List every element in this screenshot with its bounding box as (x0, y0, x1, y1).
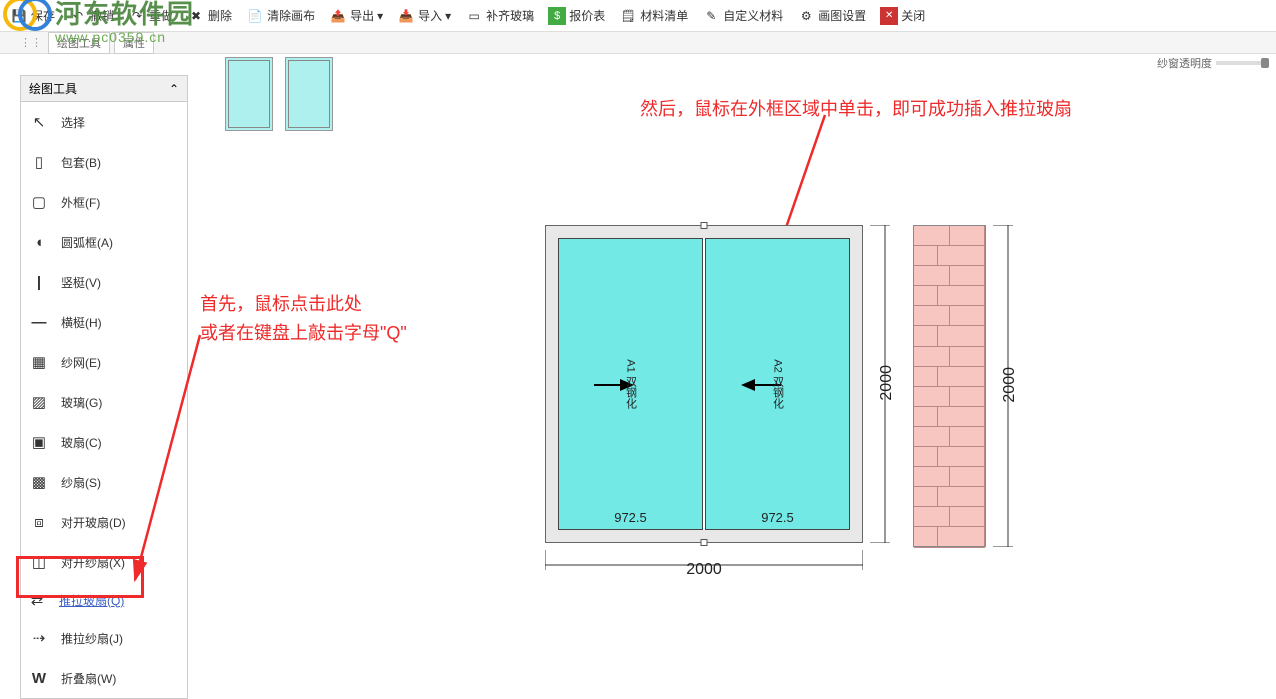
close-icon: ✕ (880, 7, 898, 25)
edit-icon: ✎ (702, 7, 720, 25)
transparency-control: 纱窗透明度 (1157, 55, 1266, 71)
undo-icon: ↶ (69, 7, 87, 25)
thumbnail-2[interactable] (285, 57, 333, 131)
tool-select[interactable]: ↖选择 (21, 102, 187, 142)
brick-wall: document.write(Array.from({length:16}).m… (913, 225, 986, 547)
custom-material-button[interactable]: ✎自定义材料 (696, 5, 789, 27)
frame-icon: ▯ (29, 152, 49, 172)
gear-icon: ⚙ (797, 7, 815, 25)
tool-panel-header[interactable]: 绘图工具 ⌃ (21, 76, 187, 102)
bom-icon: 🗒 (619, 7, 637, 25)
align-glass-button[interactable]: ▭补齐玻璃 (459, 5, 540, 27)
tool-slide-screen-j[interactable]: ⇢推拉纱扇(J) (21, 618, 187, 658)
slider-thumb[interactable] (1261, 58, 1269, 68)
dropdown-icon: ▾ (377, 9, 383, 23)
handle-bottom[interactable] (701, 539, 708, 546)
quote-button[interactable]: $报价表 (542, 5, 611, 27)
delete-button[interactable]: ✖删除 (181, 5, 238, 27)
window-frame[interactable]: A1 双钢化 A2 双钢化 972.5 972.5 (545, 225, 863, 543)
quote-icon: $ (548, 7, 566, 25)
fold-icon: W (29, 668, 49, 688)
thumbnail-1[interactable] (225, 57, 273, 131)
export-button[interactable]: 📤导出 ▾ (323, 5, 389, 27)
bom-button[interactable]: 🗒材料清单 (613, 5, 694, 27)
redo-button[interactable]: ↷重做 (122, 5, 179, 27)
redo-icon: ↷ (128, 7, 146, 25)
clear-button[interactable]: 📄清除画布 (240, 5, 321, 27)
pane-left[interactable]: A1 双钢化 (558, 238, 703, 530)
tool-outer-f[interactable]: ▢外框(F) (21, 182, 187, 222)
canvas-settings-button[interactable]: ⚙画图设置 (791, 5, 872, 27)
import-button[interactable]: 📥导入 ▾ (391, 5, 457, 27)
horz-icon: — (29, 312, 49, 332)
save-button[interactable]: 💾保存 (4, 5, 61, 27)
export-icon: 📤 (329, 7, 347, 25)
delete-icon: ✖ (187, 7, 205, 25)
align-icon: ▭ (465, 7, 483, 25)
clear-icon: 📄 (246, 7, 264, 25)
vert-icon: | (29, 272, 49, 292)
dropdown-icon: ▾ (445, 9, 451, 23)
tab-drawtools[interactable]: 绘图工具 (48, 32, 110, 54)
dim-inner-right: 972.5 (705, 510, 850, 525)
pane-right[interactable]: A2 双钢化 (705, 238, 850, 530)
pane-right-label: A2 双钢化 (770, 359, 786, 409)
tool-arc-a[interactable]: ◖圆弧框(A) (21, 222, 187, 262)
rect-icon: ▢ (29, 192, 49, 212)
secondary-bar: ⋮⋮ 绘图工具 属性 (0, 32, 1276, 54)
tab-properties[interactable]: 属性 (114, 32, 154, 54)
arrow-left (15, 335, 315, 595)
dim-right: 2000 (878, 365, 896, 401)
grip-icon: ⋮⋮ (20, 36, 42, 49)
tool-vert-v[interactable]: |竖梃(V) (21, 262, 187, 302)
dim-bottom: 2000 (545, 561, 863, 579)
tool-frame-b[interactable]: ▯包套(B) (21, 142, 187, 182)
canvas-area[interactable]: 首先，鼠标点击此处 或者在键盘上敲击字母"Q" 然后，鼠标在外框区域中单击，即可… (195, 55, 1276, 683)
handle-top[interactable] (701, 222, 708, 229)
undo-button[interactable]: ↶撤销 (63, 5, 120, 27)
transparency-slider[interactable] (1216, 61, 1266, 65)
main-toolbar: 💾保存 ↶撤销 ↷重做 ✖删除 📄清除画布 📤导出 ▾ 📥导入 ▾ ▭补齐玻璃 … (0, 0, 1276, 32)
window-drawing: A1 双钢化 A2 双钢化 972.5 972.5 2000 2000 (545, 225, 1215, 625)
dim-wall: 2000 (1001, 367, 1019, 403)
dim-inner-left: 972.5 (558, 510, 703, 525)
cursor-icon: ↖ (29, 112, 49, 132)
arc-icon: ◖ (29, 232, 49, 252)
close-button[interactable]: ✕关闭 (874, 5, 931, 27)
pane-left-label: A1 双钢化 (623, 359, 639, 409)
save-icon: 💾 (10, 7, 28, 25)
collapse-icon[interactable]: ⌃ (169, 82, 179, 96)
import-icon: 📥 (397, 7, 415, 25)
tool-fold-w[interactable]: W折叠扇(W) (21, 658, 187, 698)
slidescr-icon: ⇢ (29, 628, 49, 648)
